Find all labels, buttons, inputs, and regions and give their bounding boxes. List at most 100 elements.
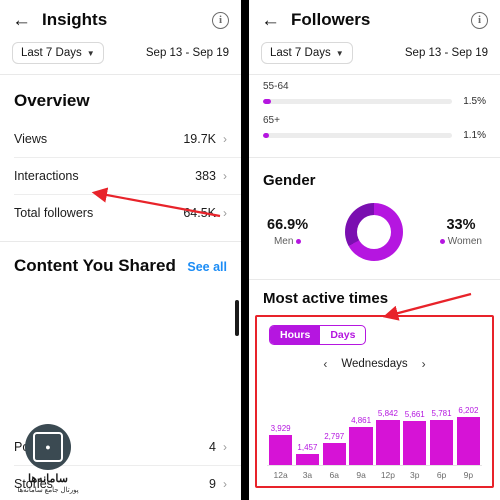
see-all-link[interactable]: See all <box>187 260 227 274</box>
chevron-down-icon: ▼ <box>335 48 344 58</box>
overview-row-views[interactable]: Views 19.7K › <box>0 121 241 157</box>
gender-title: Gender <box>263 172 316 189</box>
back-arrow-icon[interactable]: ← <box>12 11 32 30</box>
bar-value-label: 5,661 <box>404 410 425 420</box>
day-navigator: ‹ Wednesdays › <box>263 345 486 375</box>
row-label: Total followers <box>14 206 94 220</box>
chevron-right-icon: › <box>223 440 227 454</box>
followers-header: ← Followers i <box>249 0 500 36</box>
info-button[interactable]: i <box>212 11 229 29</box>
bar <box>403 421 427 465</box>
age-range-pct: 1.1% <box>463 130 486 141</box>
bar-value-label: 6,202 <box>458 406 479 415</box>
info-icon: i <box>471 11 488 29</box>
followers-date-row: Last 7 Days ▼ Sep 13 - Sep 19 <box>249 36 500 74</box>
date-range-text: Sep 13 - Sep 19 <box>145 47 229 59</box>
bar <box>376 419 400 465</box>
back-arrow-icon[interactable]: ← <box>261 11 281 30</box>
gender-women-pct: 33% <box>446 217 476 233</box>
bar-value-label: 5,842 <box>377 408 398 418</box>
row-label: Views <box>14 132 48 146</box>
row-value: 4 <box>209 440 216 454</box>
most-active-times-title: Most active times <box>263 290 389 307</box>
bar-column: 1,457 <box>295 397 320 465</box>
overview-row-interactions[interactable]: Interactions 383 › <box>0 158 241 194</box>
date-range-selector[interactable]: Last 7 Days ▼ <box>12 42 104 64</box>
bar-column: 3,929 <box>269 397 293 465</box>
gender-men-label-wrap: Men <box>267 236 308 247</box>
date-range-selector[interactable]: Last 7 Days ▼ <box>261 42 353 64</box>
row-value: 383 <box>195 169 216 183</box>
panel-divider <box>241 0 249 500</box>
bar-value-label: 1,457 <box>297 442 318 452</box>
bar-value-label: 3,929 <box>270 423 291 433</box>
bar-value-label: 2,797 <box>324 432 345 442</box>
x-axis-tick: 3p <box>410 470 420 480</box>
bar-column: 2,797 <box>322 397 346 465</box>
hours-days-toggle[interactable]: Hours Days <box>269 325 367 345</box>
age-range-65-plus: 65+ 1.1% <box>249 109 500 143</box>
current-day-label: Wednesdays <box>341 358 408 370</box>
insights-date-row: Last 7 Days ▼ Sep 13 - Sep 19 <box>0 36 241 74</box>
info-button[interactable]: i <box>471 11 488 29</box>
legend-dot-icon <box>439 239 445 244</box>
watermark-subtitle: پورتال جامع سامانه‌ها <box>17 487 79 494</box>
followers-panel: ← Followers i Last 7 Days ▼ Sep 13 - Sep… <box>249 0 500 500</box>
gender-women-label-wrap: Women <box>439 236 482 247</box>
chevron-right-icon[interactable]: › <box>422 357 426 371</box>
gender-men-pct: 66.9% <box>267 217 309 233</box>
bar-column: 5,842 <box>376 397 400 465</box>
chevron-right-icon: › <box>223 132 227 146</box>
x-axis-tick: 9a <box>356 470 366 480</box>
legend-dot-icon <box>296 239 302 244</box>
overview-row-total-followers[interactable]: Total followers 64.5K › <box>0 195 241 231</box>
x-axis-labels: 12a 3a 6a 9a 12p 3p 6p 9p <box>267 465 482 480</box>
bar-value-label: 5,781 <box>431 409 452 419</box>
gender-chart: 66.9% Men 33% Women <box>249 197 500 279</box>
chevron-right-icon: › <box>223 477 227 491</box>
content-shared-title: Content You Shared <box>14 256 176 275</box>
logo-inner-icon: ● <box>33 432 63 462</box>
gender-men: 66.9% Men <box>267 217 308 247</box>
overview-title: Overview <box>14 91 90 110</box>
bar <box>456 417 480 465</box>
chevron-right-icon: › <box>223 169 227 183</box>
date-range-text: Sep 13 - Sep 19 <box>404 47 488 59</box>
bar-column: 6,202 <box>456 397 480 465</box>
x-axis-tick: 9p <box>463 470 474 480</box>
row-value: 9 <box>209 477 216 491</box>
age-range-pct: 1.5% <box>463 96 486 107</box>
bar <box>269 434 293 465</box>
chevron-right-icon: › <box>223 206 227 220</box>
screenshot-root: ← Insights i Last 7 Days ▼ Sep 13 - Sep … <box>0 0 500 500</box>
content-shared-header: Content You Shared See all <box>0 242 241 284</box>
insights-panel: ← Insights i Last 7 Days ▼ Sep 13 - Sep … <box>0 0 241 500</box>
tab-days[interactable]: Days <box>320 326 365 344</box>
bar <box>349 427 373 465</box>
info-icon: i <box>212 11 229 29</box>
gender-women-label: Women <box>447 236 482 247</box>
scrollbar-thumb[interactable] <box>235 300 239 336</box>
age-range-55-64: 55-64 1.5% <box>249 75 500 109</box>
watermark: ● سامانه‌ها پورتال جامع سامانه‌ها <box>6 424 90 494</box>
bar-value-label: 4,861 <box>351 416 372 426</box>
age-range-fill <box>263 133 269 138</box>
x-axis-tick: 3a <box>302 470 313 480</box>
x-axis-tick: 6a <box>329 470 339 480</box>
active-times-bar-chart: 3,929 1,457 2,797 4,861 5,842 5,661 5,781 6,202 <box>267 379 482 465</box>
tab-hours[interactable]: Hours <box>270 326 321 344</box>
page-title: Followers <box>291 10 371 29</box>
row-value: 19.7K <box>183 132 216 146</box>
bar-group: 3,929 1,457 2,797 4,861 5,842 5,661 5,781 6,202 <box>267 397 482 465</box>
bar <box>322 443 346 465</box>
gender-donut-icon <box>345 203 404 261</box>
row-value: 64.5K <box>183 206 216 220</box>
bar-column: 4,861 <box>349 397 373 465</box>
row-label: Interactions <box>14 169 79 183</box>
age-range-fill <box>263 99 271 104</box>
age-range-label: 65+ <box>263 115 280 126</box>
chevron-down-icon: ▼ <box>86 48 95 58</box>
chevron-left-icon[interactable]: ‹ <box>323 357 327 371</box>
age-range-label: 55-64 <box>263 81 289 92</box>
x-axis-tick: 6p <box>436 470 447 480</box>
